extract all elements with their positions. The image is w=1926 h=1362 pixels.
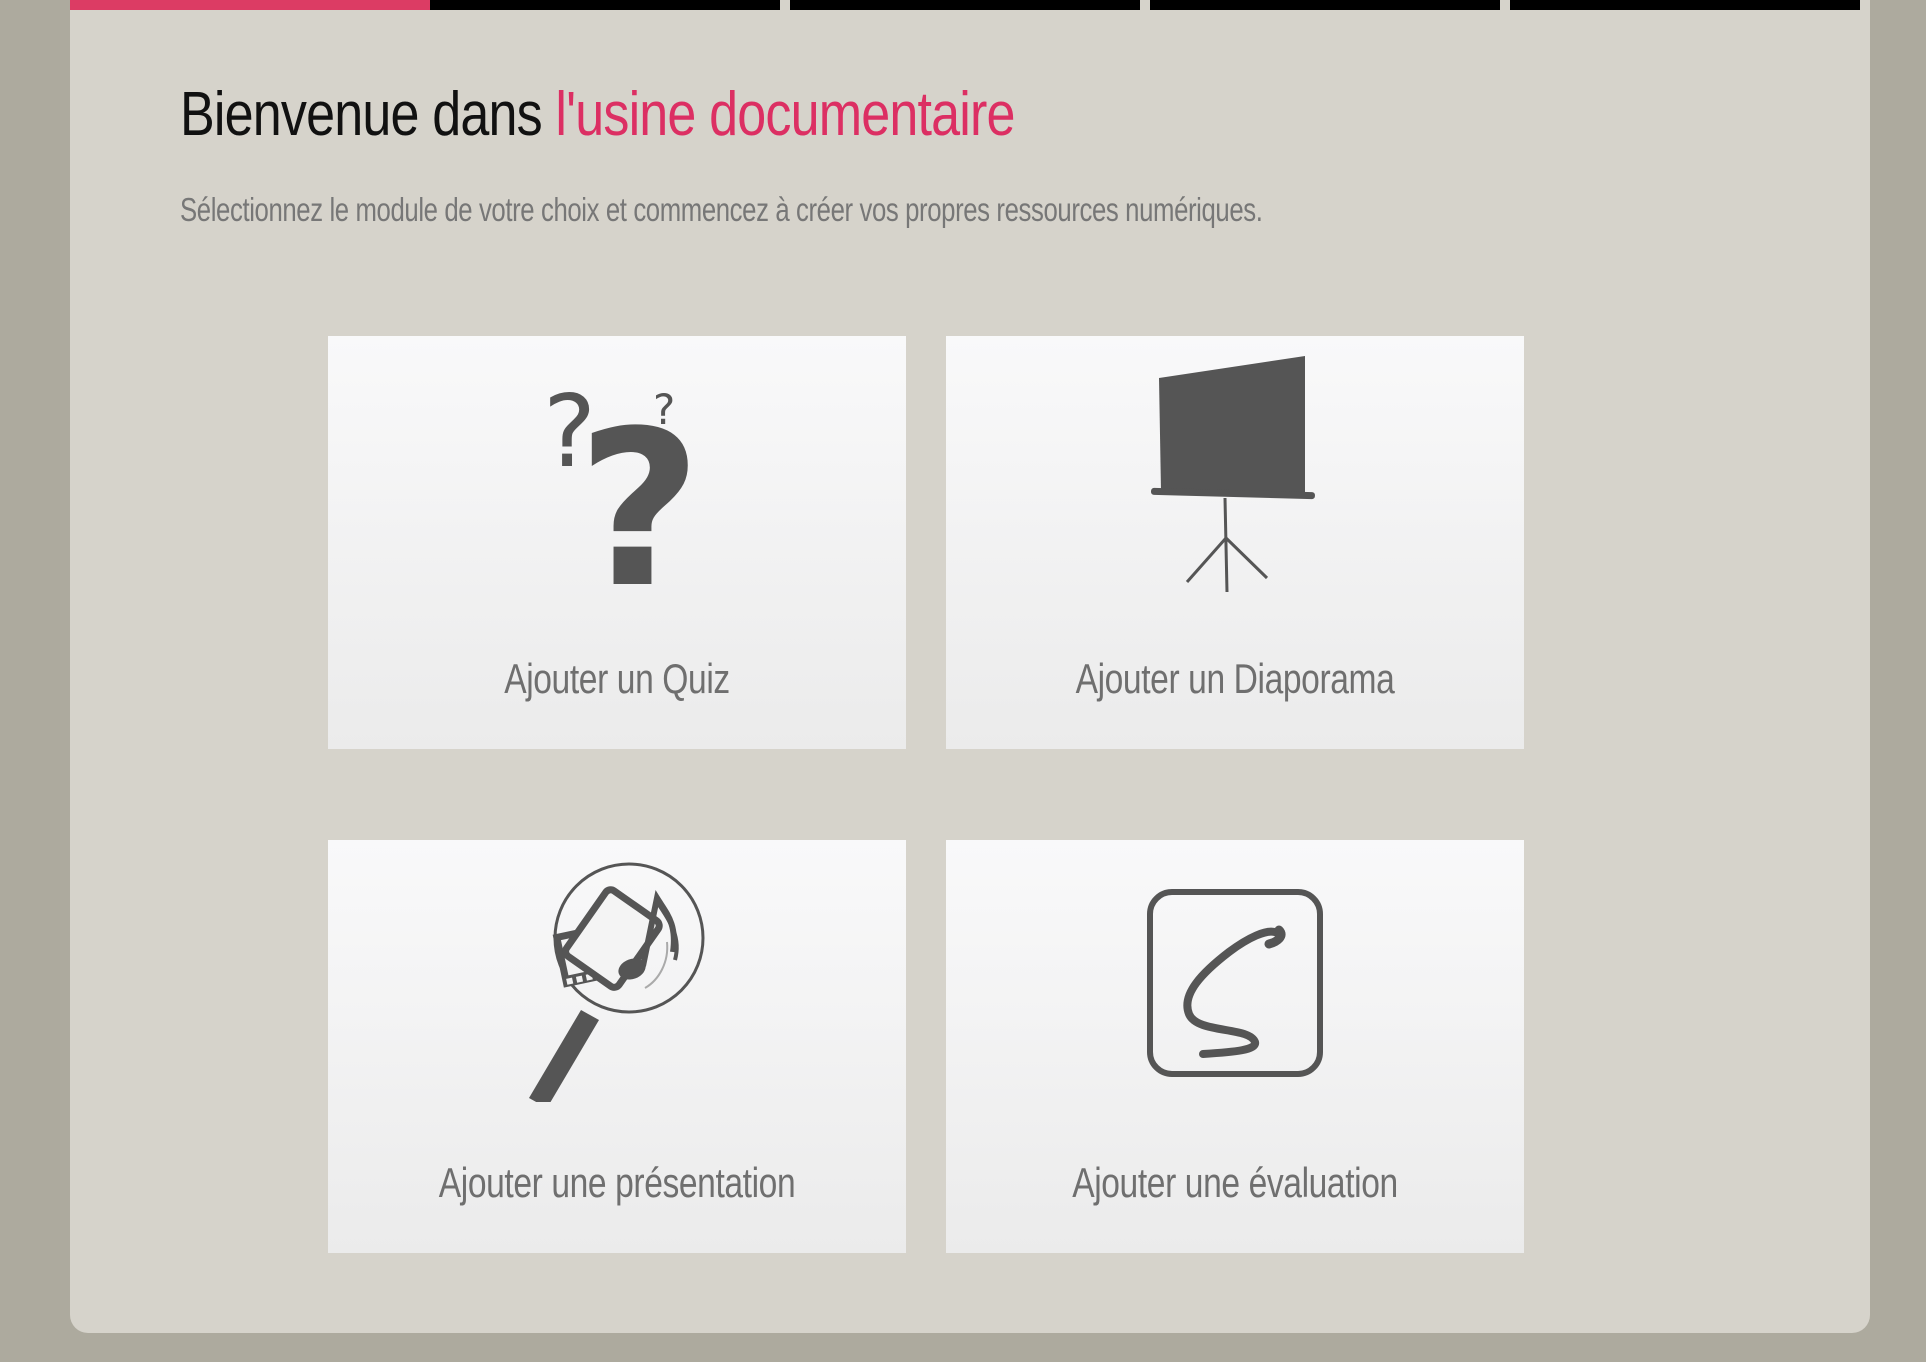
svg-text:?: ? (653, 385, 675, 434)
projector-screen-icon (946, 356, 1524, 596)
tab-3[interactable] (790, 0, 1140, 10)
title-accent: l'usine documentaire (555, 80, 1015, 149)
title-prefix: Bienvenue dans (180, 80, 543, 149)
media-magnifier-icon (328, 862, 906, 1102)
tab-4[interactable] (1150, 0, 1500, 10)
add-quiz-label: Ajouter un Quiz (504, 655, 730, 702)
add-diaporama-card[interactable]: Ajouter un Diaporama (946, 336, 1524, 749)
add-evaluation-card[interactable]: Ajouter une évaluation (946, 840, 1524, 1253)
svg-text:?: ? (577, 384, 702, 596)
add-evaluation-label: Ajouter une évaluation (1072, 1159, 1398, 1206)
tab-5[interactable] (1510, 0, 1860, 10)
tab-1[interactable] (70, 0, 430, 10)
tab-bar (70, 0, 1870, 10)
question-marks-icon: ? ? ? (328, 356, 906, 596)
add-diaporama-label: Ajouter un Diaporama (1075, 655, 1395, 702)
add-quiz-card[interactable]: ? ? ? Ajouter un Quiz (328, 336, 906, 749)
tab-2[interactable] (430, 0, 780, 10)
page-subtitle: Sélectionnez le module de votre choix et… (180, 191, 1263, 228)
add-presentation-card[interactable]: Ajouter une présentation (328, 840, 906, 1253)
signature-box-icon (946, 862, 1524, 1102)
add-presentation-label: Ajouter une présentation (438, 1159, 796, 1206)
page-title: Bienvenue dans l'usine documentaire (180, 75, 1015, 155)
